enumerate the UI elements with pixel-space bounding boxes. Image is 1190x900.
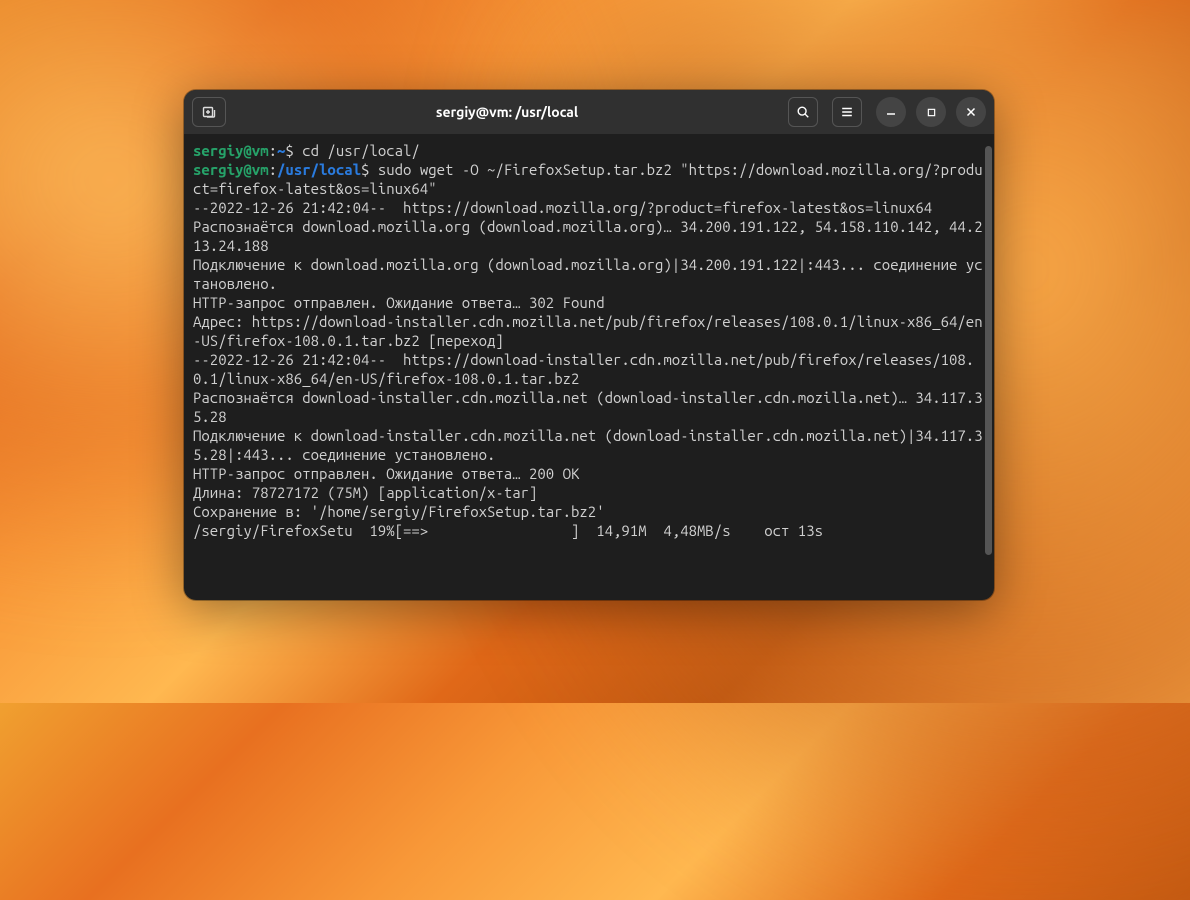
output-line: Распознаётся download-installer.cdn.mozi…	[193, 388, 985, 426]
menu-button[interactable]	[832, 97, 862, 127]
new-tab-button[interactable]	[192, 97, 226, 127]
close-button[interactable]	[956, 97, 986, 127]
scrollbar[interactable]	[984, 140, 992, 594]
maximize-button[interactable]	[916, 97, 946, 127]
prompt-line-2: sergiy@vm:/usr/local$ sudo wget -O ~/Fir…	[193, 160, 985, 198]
ps1-path: /usr/local	[277, 161, 361, 178]
output-line: --2022-12-26 21:42:04-- https://download…	[193, 198, 985, 217]
hamburger-icon	[840, 105, 854, 119]
ps1-dollar: $	[285, 142, 293, 159]
output-line: Подключение к download.mozilla.org (down…	[193, 255, 985, 293]
ps1-colon: :	[269, 142, 277, 159]
output-line: Сохранение в: '/home/sergiy/FirefoxSetup…	[193, 502, 985, 521]
command-text: cd /usr/local/	[294, 142, 420, 159]
window-title: sergiy@vm: /usr/local	[226, 104, 788, 120]
output-line: HTTP-запрос отправлен. Ожидание ответа… …	[193, 464, 985, 483]
output-line: Длина: 78727172 (75M) [application/x-tar…	[193, 483, 985, 502]
progress-line: /sergiy/FirefoxSetu 19%[==> ] 14,91M 4,4…	[193, 521, 985, 540]
output-line: Подключение к download-installer.cdn.moz…	[193, 426, 985, 464]
search-button[interactable]	[788, 97, 818, 127]
output-line: --2022-12-26 21:42:04-- https://download…	[193, 350, 985, 388]
titlebar: sergiy@vm: /usr/local	[184, 90, 994, 134]
ps1-colon: :	[269, 161, 277, 178]
prompt-line-1: sergiy@vm:~$ cd /usr/local/	[193, 141, 985, 160]
terminal-body[interactable]: sergiy@vm:~$ cd /usr/local/sergiy@vm:/us…	[184, 134, 994, 600]
minimize-button[interactable]	[876, 97, 906, 127]
close-icon	[966, 107, 976, 117]
maximize-icon	[927, 108, 936, 117]
output-line: Адрес: https://download-installer.cdn.mo…	[193, 312, 985, 350]
minimize-icon	[886, 107, 896, 117]
terminal-window: sergiy@vm: /usr/local	[184, 90, 994, 600]
ps1-user: sergiy@vm	[193, 142, 269, 159]
new-tab-icon	[201, 104, 217, 120]
ps1-user: sergiy@vm	[193, 161, 269, 178]
output-line: HTTP-запрос отправлен. Ожидание ответа… …	[193, 293, 985, 312]
scrollbar-thumb[interactable]	[985, 146, 992, 555]
search-icon	[796, 105, 810, 119]
output-line: Распознаётся download.mozilla.org (downl…	[193, 217, 985, 255]
